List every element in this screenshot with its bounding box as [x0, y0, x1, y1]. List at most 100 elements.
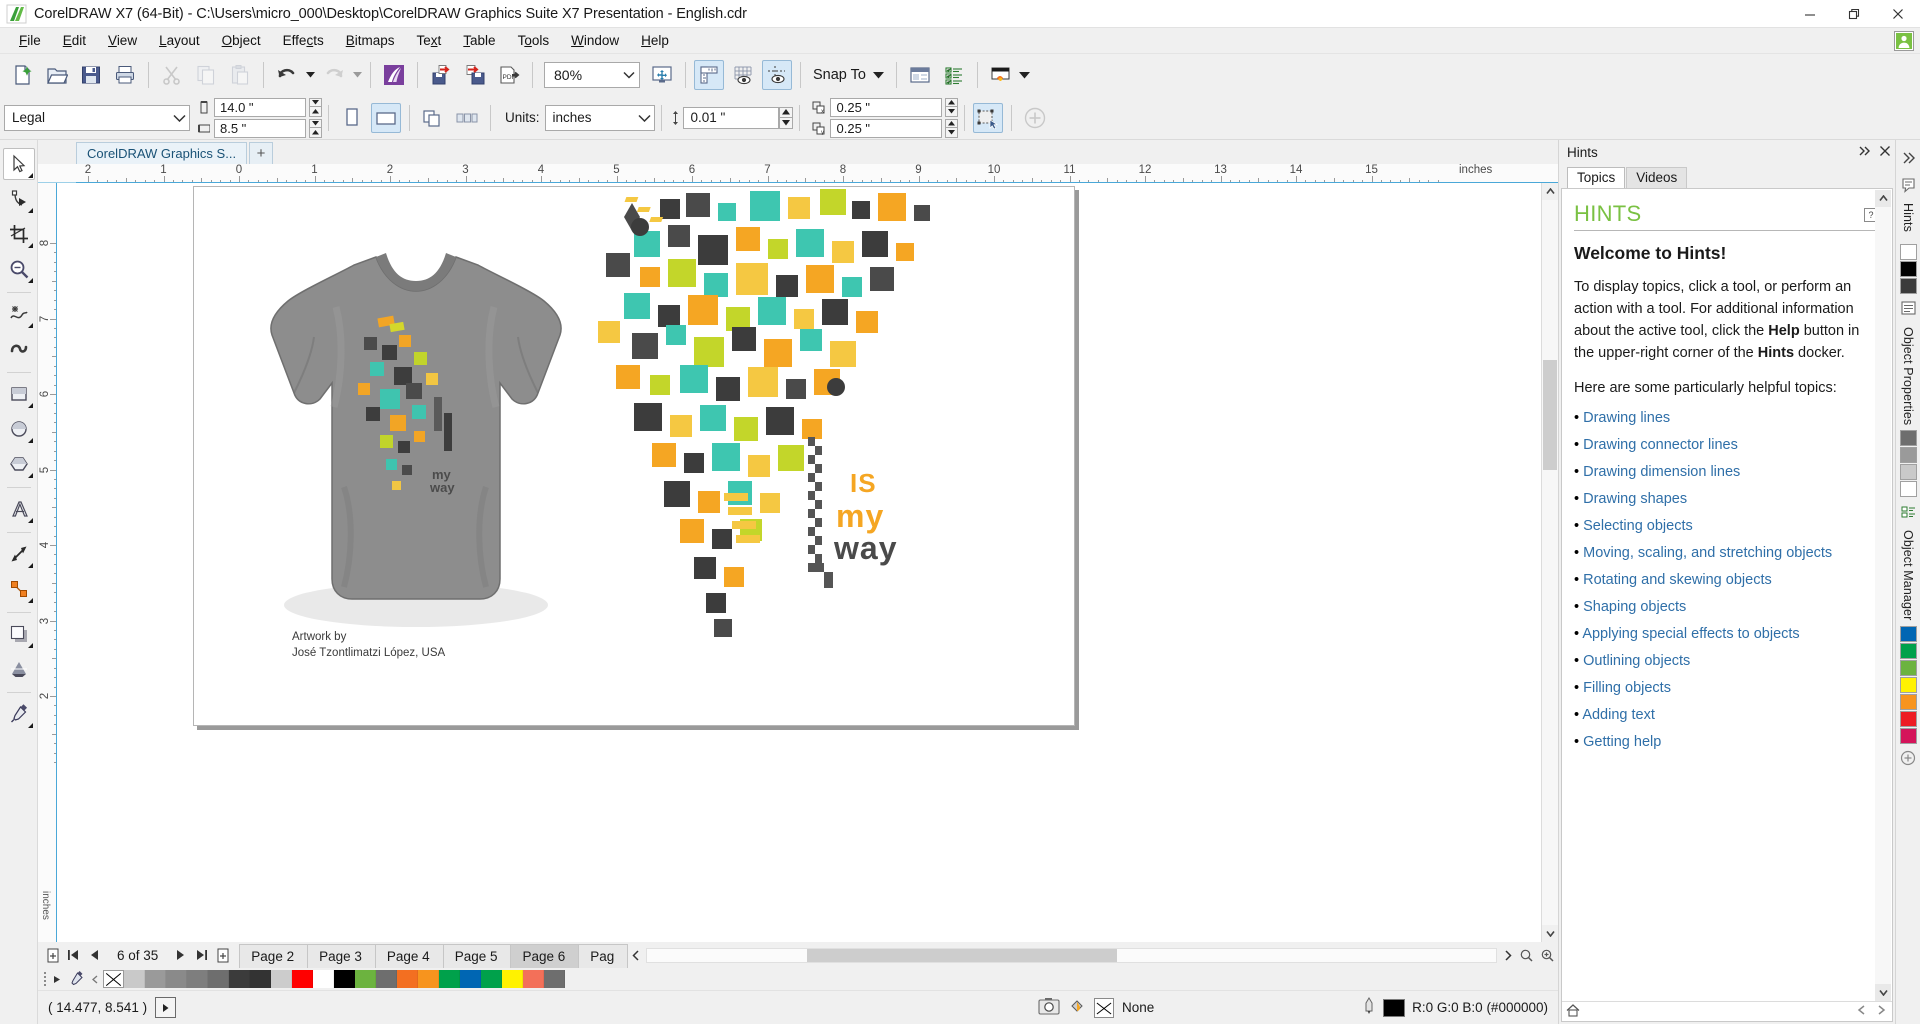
duplicate-x-down-icon[interactable] — [945, 107, 958, 117]
duplicate-y-field[interactable]: 0.25 " — [830, 119, 942, 138]
zoom-level-combo[interactable]: 80% — [544, 62, 640, 88]
polygon-tool[interactable] — [3, 448, 35, 480]
page-counter[interactable]: 6 of 35 — [105, 948, 170, 963]
hints-topic-link[interactable]: Rotating and skewing objects — [1583, 572, 1772, 588]
menu-table[interactable]: Table — [452, 30, 506, 51]
open-document-button[interactable] — [42, 60, 72, 90]
palette-swatch[interactable] — [418, 970, 439, 988]
nudge-up-icon[interactable] — [779, 107, 793, 118]
vertical-scrollbar[interactable] — [1541, 183, 1558, 942]
vertical-scroll-thumb[interactable] — [1543, 360, 1557, 470]
hints-topic-link[interactable]: Filling objects — [1583, 680, 1671, 696]
duplicate-x-up-icon[interactable] — [945, 98, 958, 108]
ruler-corner[interactable] — [38, 164, 76, 183]
portrait-orientation-button[interactable] — [337, 103, 367, 133]
palette-swatch[interactable] — [397, 970, 418, 988]
shape-tool[interactable] — [3, 183, 35, 215]
add-page-after-button[interactable] — [212, 944, 233, 966]
duplicate-y-up-icon[interactable] — [945, 119, 958, 129]
undo-dropdown-icon[interactable] — [304, 60, 317, 90]
docker-scroll-down-button[interactable] — [1875, 984, 1891, 1001]
current-color-swatch[interactable] — [1383, 999, 1405, 1017]
fill-none-swatch[interactable] — [1094, 998, 1114, 1018]
current-page-button[interactable] — [452, 103, 482, 133]
page-tabs-scroll-right[interactable] — [1499, 944, 1516, 966]
hints-forward-icon[interactable] — [1875, 1004, 1888, 1019]
ellipse-tool[interactable] — [3, 413, 35, 445]
cut-button[interactable] — [157, 60, 187, 90]
palette-swatch[interactable] — [355, 970, 376, 988]
export-button[interactable] — [460, 60, 490, 90]
snapshot-icon[interactable] — [1038, 997, 1060, 1018]
duplicate-x-spinner[interactable] — [945, 98, 958, 117]
docker-collapse-icon[interactable] — [1858, 145, 1872, 160]
palette-swatch[interactable] — [460, 970, 481, 988]
rail-expand-icon[interactable] — [1898, 147, 1919, 168]
palette-swatch[interactable] — [376, 970, 397, 988]
palette-swatch[interactable] — [439, 970, 460, 988]
copy-button[interactable] — [191, 60, 221, 90]
landscape-orientation-button[interactable] — [371, 103, 401, 133]
status-expand-button[interactable] — [155, 997, 176, 1018]
nudge-offset-spinner[interactable] — [779, 107, 793, 129]
menu-help[interactable]: Help — [630, 30, 680, 51]
transparency-tool[interactable] — [3, 653, 35, 685]
parallel-dimension-tool[interactable] — [3, 538, 35, 570]
treat-as-filled-button[interactable] — [973, 103, 1003, 133]
drop-shadow-tool[interactable] — [3, 618, 35, 650]
undo-button[interactable] — [272, 60, 302, 90]
palette-swatch[interactable] — [187, 970, 208, 988]
hints-back-icon[interactable] — [1855, 1004, 1868, 1019]
import-button[interactable] — [426, 60, 456, 90]
nudge-down-icon[interactable] — [779, 118, 793, 129]
docker-close-icon[interactable] — [1879, 145, 1891, 160]
menu-tools[interactable]: Tools — [507, 30, 561, 51]
show-guidelines-button[interactable] — [762, 60, 792, 90]
rail-label-object-manager[interactable]: Object Manager — [1901, 525, 1915, 625]
page-width-up-icon[interactable] — [309, 107, 322, 117]
palette-swatch[interactable] — [523, 970, 544, 988]
palette-swatch[interactable] — [481, 970, 502, 988]
menu-view[interactable]: View — [97, 30, 148, 51]
scroll-up-button[interactable] — [1542, 183, 1558, 200]
page-height-down-icon[interactable] — [309, 119, 322, 129]
paste-button[interactable] — [225, 60, 255, 90]
publish-to-pdf-button[interactable]: PDF — [494, 60, 524, 90]
palette-swatch[interactable] — [334, 970, 355, 988]
document-tab[interactable]: CorelDRAW Graphics S... — [76, 142, 247, 164]
page-size-combo[interactable]: Legal — [4, 105, 190, 131]
hints-topic-link[interactable]: Drawing dimension lines — [1583, 464, 1740, 480]
print-document-button[interactable] — [110, 60, 140, 90]
page-tab-page-3[interactable]: Page 3 — [307, 944, 376, 968]
hints-topic-link[interactable]: Getting help — [1583, 734, 1661, 750]
snap-to-dropdown[interactable]: Snap To — [807, 67, 890, 83]
artistic-media-tool[interactable] — [3, 333, 35, 365]
application-launcher-button[interactable] — [986, 60, 1016, 90]
minimize-button[interactable] — [1788, 0, 1832, 28]
palette-swatch[interactable] — [250, 970, 271, 988]
previous-page-button[interactable] — [84, 944, 105, 966]
zoom-out-status-button[interactable] — [1516, 944, 1537, 966]
page-width-field[interactable]: 14.0 " — [214, 98, 306, 117]
show-grid-button[interactable] — [728, 60, 758, 90]
horizontal-ruler[interactable]: 210123456789101112131415inches — [76, 164, 1558, 183]
units-combo[interactable]: inches — [545, 105, 655, 131]
docker-scroll-track[interactable] — [1875, 207, 1891, 984]
duplicate-x-field[interactable]: 0.25 " — [830, 98, 942, 117]
menu-file[interactable]: File — [8, 30, 52, 51]
document-page[interactable]: my way — [193, 186, 1075, 726]
palette-eyedropper-icon[interactable] — [65, 970, 87, 988]
menu-object[interactable]: Object — [211, 30, 272, 51]
hints-home-icon[interactable] — [1566, 1004, 1580, 1020]
palette-scroll-up-icon[interactable] — [49, 970, 65, 988]
palette-scroll-left-icon[interactable] — [87, 970, 103, 988]
object-manager-rail-icon[interactable] — [1898, 501, 1919, 522]
palette-grip[interactable] — [40, 970, 49, 988]
fill-color-icon[interactable] — [1068, 997, 1086, 1018]
add-document-tab-button[interactable]: + — [249, 142, 273, 164]
options-button[interactable] — [905, 60, 935, 90]
all-pages-button[interactable] — [418, 103, 448, 133]
hints-topic-link[interactable]: Adding text — [1582, 707, 1655, 723]
page-tab-page-2[interactable]: Page 2 — [239, 944, 308, 968]
page-height-up-icon[interactable] — [309, 128, 322, 138]
